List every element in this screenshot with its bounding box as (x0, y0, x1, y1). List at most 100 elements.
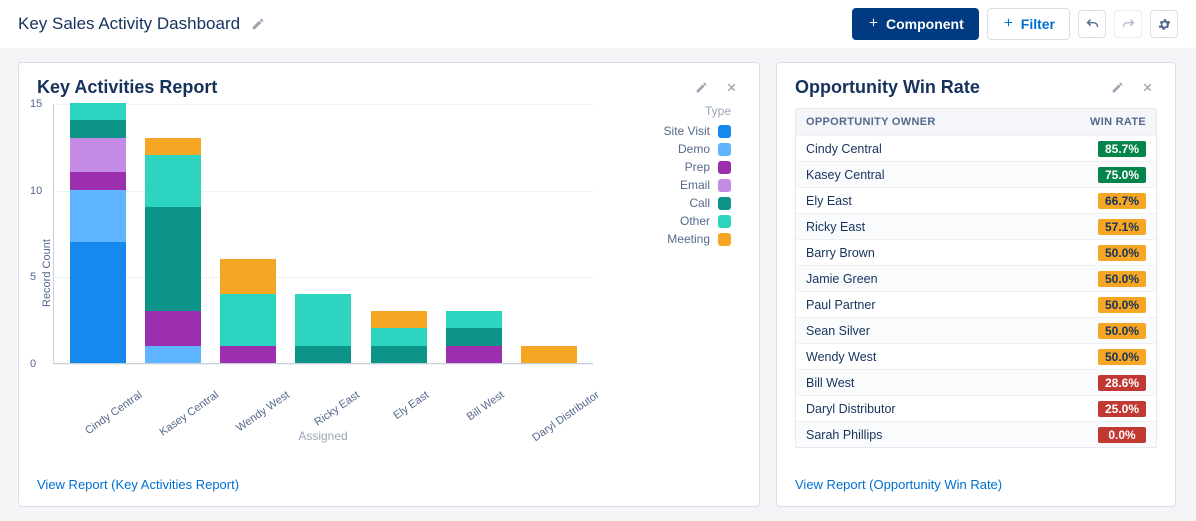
legend-swatch (718, 233, 731, 246)
y-tick: 10 (30, 185, 42, 197)
bar-segment-email (70, 138, 126, 173)
close-widget-icon[interactable] (721, 78, 741, 98)
bar-segment-prep (220, 346, 276, 363)
table-row[interactable]: Barry Brown 50.0% (796, 239, 1156, 265)
win-rate-badge: 50.0% (1098, 349, 1146, 365)
stacked-bar[interactable] (295, 294, 351, 363)
legend-label: Email (680, 178, 710, 192)
add-filter-label: Filter (1021, 16, 1055, 32)
bar-segment-meeting (371, 311, 427, 328)
stacked-bar[interactable] (446, 311, 502, 363)
stacked-bar[interactable] (145, 138, 201, 363)
bar-segment-other (446, 311, 502, 328)
owner-cell: Kasey Central (806, 168, 1076, 182)
bar-segment-call (371, 346, 427, 363)
win-rate-table: OPPORTUNITY OWNER WIN RATE Cindy Central… (795, 108, 1157, 448)
x-tick-label: Wendy West (234, 389, 292, 434)
bar-segment-prep (446, 346, 502, 363)
owner-cell: Barry Brown (806, 246, 1076, 260)
bar-slot (135, 138, 210, 363)
legend-item[interactable]: Meeting (611, 232, 731, 246)
undo-icon (1085, 17, 1100, 32)
gridline (54, 364, 593, 365)
rate-cell: 50.0% (1076, 245, 1146, 261)
x-tick-label: Bill West (465, 389, 507, 423)
bar-segment-other (371, 328, 427, 345)
bar-slot (361, 311, 436, 363)
legend-label: Prep (685, 160, 710, 174)
y-tick: 5 (30, 271, 36, 283)
close-widget-icon[interactable] (1137, 78, 1157, 98)
owner-cell: Sarah Phillips (806, 428, 1076, 442)
legend-item[interactable]: Call (611, 196, 731, 210)
rate-cell: 50.0% (1076, 297, 1146, 313)
rate-cell: 28.6% (1076, 375, 1146, 391)
table-row[interactable]: Sarah Phillips0.0% (796, 421, 1156, 447)
edit-title-icon[interactable] (248, 14, 268, 34)
legend-swatch (718, 179, 731, 192)
rate-cell: 85.7% (1076, 141, 1146, 157)
table-header: OPPORTUNITY OWNER WIN RATE (796, 109, 1156, 135)
win-rate-badge: 50.0% (1098, 245, 1146, 261)
edit-widget-icon[interactable] (691, 78, 711, 98)
win-rate-badge: 50.0% (1098, 323, 1146, 339)
legend-item[interactable]: Demo (611, 142, 731, 156)
table-row[interactable]: Paul Partner50.0% (796, 291, 1156, 317)
table-row[interactable]: Wendy West 50.0% (796, 343, 1156, 369)
bar-segment-call (295, 346, 351, 363)
legend-item[interactable]: Prep (611, 160, 731, 174)
edit-widget-icon[interactable] (1107, 78, 1127, 98)
win-rate-badge: 50.0% (1098, 297, 1146, 313)
dashboard-header: Key Sales Activity Dashboard Component F… (0, 0, 1196, 48)
table-row[interactable]: Daryl Distributor25.0% (796, 395, 1156, 421)
win-rate-badge: 66.7% (1098, 193, 1146, 209)
stacked-bar[interactable] (220, 259, 276, 363)
dashboard-title: Key Sales Activity Dashboard (18, 14, 240, 34)
add-component-label: Component (886, 16, 964, 32)
legend-item[interactable]: Other (611, 214, 731, 228)
rate-cell: 50.0% (1076, 349, 1146, 365)
y-axis-label: Record Count (37, 104, 53, 443)
col-header-rate: WIN RATE (1076, 116, 1146, 128)
redo-button[interactable] (1114, 10, 1142, 38)
add-filter-button[interactable]: Filter (987, 8, 1070, 40)
rate-cell: 50.0% (1076, 323, 1146, 339)
table-row[interactable]: Kasey Central75.0% (796, 161, 1156, 187)
stacked-bar[interactable] (371, 311, 427, 363)
owner-cell: Wendy West (806, 350, 1076, 364)
win-rate-badge: 50.0% (1098, 271, 1146, 287)
win-rate-badge: 85.7% (1098, 141, 1146, 157)
table-row[interactable]: Ely East66.7% (796, 187, 1156, 213)
rate-cell: 50.0% (1076, 271, 1146, 287)
bar-segment-site-visit (70, 242, 126, 363)
bar-slot (436, 311, 511, 363)
legend-label: Call (689, 196, 710, 210)
owner-cell: Sean Silver (806, 324, 1076, 338)
stacked-bar[interactable] (70, 103, 126, 363)
undo-button[interactable] (1078, 10, 1106, 38)
legend-label: Site Visit (664, 124, 710, 138)
table-row[interactable]: Ricky East57.1% (796, 213, 1156, 239)
add-component-button[interactable]: Component (852, 8, 979, 40)
plus-icon (867, 16, 880, 32)
legend-item[interactable]: Site Visit (611, 124, 731, 138)
view-report-link-winrate[interactable]: View Report (Opportunity Win Rate) (795, 477, 1002, 492)
table-row[interactable]: Cindy Central85.7% (796, 135, 1156, 161)
settings-button[interactable] (1150, 10, 1178, 38)
legend-item[interactable]: Email (611, 178, 731, 192)
x-axis-label: Assigned (53, 429, 593, 443)
bar-segment-prep (70, 172, 126, 189)
bar-segment-meeting (220, 259, 276, 294)
table-row[interactable]: Jamie Green50.0% (796, 265, 1156, 291)
legend-title: Type (611, 104, 731, 118)
y-tick: 0 (30, 358, 36, 370)
y-tick: 15 (30, 98, 42, 110)
stacked-bar[interactable] (521, 346, 577, 363)
table-row[interactable]: Sean Silver 50.0% (796, 317, 1156, 343)
table-row[interactable]: Bill West28.6% (796, 369, 1156, 395)
view-report-link-activities[interactable]: View Report (Key Activities Report) (37, 477, 239, 492)
legend-swatch (718, 215, 731, 228)
gear-icon (1157, 17, 1172, 32)
dashboard-toolbar: Component Filter (852, 8, 1178, 40)
legend-label: Meeting (667, 232, 710, 246)
